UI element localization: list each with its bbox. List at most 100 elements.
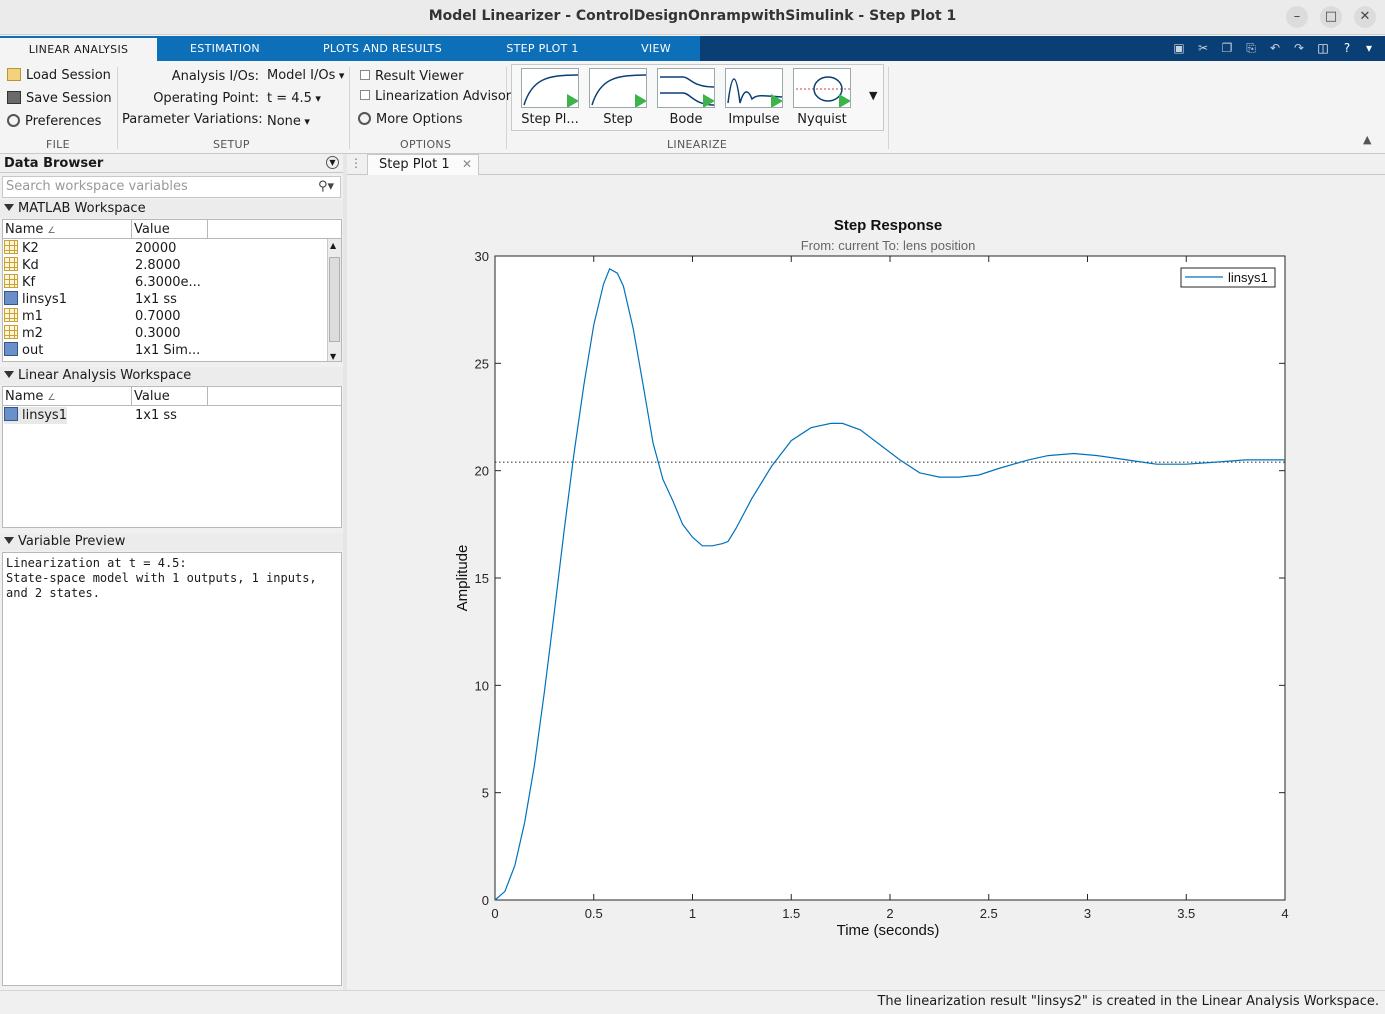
minimize-icon[interactable]: –	[1286, 6, 1308, 28]
collapse-icon	[4, 537, 14, 544]
save-session-button[interactable]: Save Session	[7, 91, 112, 106]
variable-value: 0.7000	[135, 309, 181, 324]
linearization-advisor-checkbox[interactable]: Linearization Advisor	[360, 89, 511, 104]
document-tab-strip: ⋮ Step Plot 1 ✕	[347, 154, 1385, 175]
analysis-ios-label: Analysis I/Os:	[171, 69, 259, 84]
variable-value: 20000	[135, 241, 177, 256]
column-header-value[interactable]: Value	[132, 387, 208, 406]
load-session-button[interactable]: Load Session	[7, 68, 111, 83]
result-viewer-checkbox[interactable]: Result Viewer	[360, 69, 464, 84]
column-header-name[interactable]: Name ∠	[3, 220, 132, 239]
variable-value: 1x1 Sim...	[135, 343, 201, 358]
gear-icon	[7, 114, 20, 127]
close-icon[interactable]: ✕	[1354, 6, 1376, 28]
x-tick-label: 0	[491, 906, 498, 921]
variable-value: 6.3000e...	[135, 275, 201, 290]
table-row[interactable]: m2 0.3000	[3, 325, 341, 342]
scroll-up-icon[interactable]: ▲	[330, 241, 336, 250]
x-tick-label: 1.5	[782, 906, 800, 921]
close-tab-icon[interactable]: ✕	[462, 155, 472, 174]
more-options-button[interactable]: More Options	[358, 112, 463, 127]
operating-point-label: Operating Point:	[153, 91, 259, 106]
window-layout-icon[interactable]: ◫	[1316, 41, 1330, 55]
table-row[interactable]: linsys1 1x1 ss	[3, 407, 341, 424]
y-tick-label: 10	[475, 678, 489, 693]
analysis-ios-dropdown[interactable]: Model I/Os	[267, 68, 344, 83]
gallery-step-plot-button[interactable]: Step Pl...	[519, 68, 581, 127]
copy-icon[interactable]: ❐	[1220, 41, 1234, 55]
maximize-icon[interactable]: □	[1320, 6, 1342, 28]
table-row[interactable]: m1 0.7000	[3, 308, 341, 325]
table-row[interactable]: Kf 6.3000e...	[3, 274, 341, 291]
tab-linear-analysis[interactable]: LINEAR ANALYSIS	[0, 36, 157, 61]
variable-value: 0.3000	[135, 326, 181, 341]
y-tick-label: 30	[475, 249, 489, 264]
axes-box	[494, 255, 1286, 901]
gallery-expand-icon[interactable]: ▼	[869, 89, 877, 102]
section-label-linearize: LINEARIZE	[667, 138, 728, 151]
matrix-icon	[4, 274, 18, 288]
paste-icon[interactable]: ⎘	[1244, 41, 1258, 55]
dropdown-icon[interactable]: ▾	[1362, 41, 1376, 55]
tab-menu-icon[interactable]: ⋮	[350, 156, 362, 170]
parameter-variations-dropdown[interactable]: None	[267, 114, 310, 129]
column-header-value[interactable]: Value	[132, 220, 208, 239]
table-row[interactable]: K2 20000	[3, 240, 341, 257]
tab-plots-and-results[interactable]: PLOTS AND RESULTS	[310, 36, 455, 61]
variable-preview-header[interactable]: Variable Preview	[0, 533, 343, 551]
panel-menu-icon[interactable]: ▼	[326, 156, 339, 169]
table-row[interactable]: out 1x1 Sim...	[3, 342, 341, 359]
scrollbar-thumb[interactable]	[329, 257, 340, 342]
help-icon[interactable]: ?	[1340, 41, 1354, 55]
table-row[interactable]: Kd 2.8000	[3, 257, 341, 274]
window-title: Model Linearizer - ControlDesignOnrampwi…	[428, 8, 957, 24]
column-header-name[interactable]: Name ∠	[3, 387, 132, 406]
tab-view[interactable]: VIEW	[625, 36, 687, 61]
x-tick-label: 3	[1084, 906, 1091, 921]
search-input[interactable]: Search workspace variables ⚲▾	[2, 176, 341, 198]
gallery-bode-button[interactable]: Bode	[655, 68, 717, 127]
impulse-icon	[725, 68, 783, 108]
collapse-ribbon-icon[interactable]: ▲	[1363, 133, 1371, 146]
matlab-workspace-header[interactable]: MATLAB Workspace	[0, 200, 343, 218]
search-icon[interactable]: ⚲▾	[318, 177, 334, 197]
variable-value: 2.8000	[135, 258, 181, 273]
nyquist-icon	[793, 68, 851, 108]
chart-legend[interactable]: linsys1	[1180, 267, 1276, 288]
y-tick-label: 15	[475, 571, 489, 586]
undo-icon[interactable]: ↶	[1268, 41, 1282, 55]
collapse-icon	[4, 371, 14, 378]
tab-estimation[interactable]: ESTIMATION	[170, 36, 280, 61]
collapse-icon	[4, 204, 14, 211]
step-response-chart[interactable]: Step Response From: current To: lens pos…	[347, 176, 1385, 990]
x-axis-label: Time (seconds)	[837, 922, 940, 939]
chart-subtitle: From: current To: lens position	[801, 238, 976, 253]
operating-point-dropdown[interactable]: t = 4.5	[267, 91, 321, 106]
redo-icon[interactable]: ↷	[1292, 41, 1306, 55]
cut-icon[interactable]: ✂	[1196, 41, 1210, 55]
gallery-nyquist-button[interactable]: Nyquist	[791, 68, 853, 127]
data-browser-panel: Data Browser ▼ Search workspace variable…	[0, 154, 343, 990]
doc-tab-step-plot-1[interactable]: Step Plot 1 ✕	[367, 154, 479, 175]
linear-analysis-workspace-header[interactable]: Linear Analysis Workspace	[0, 367, 343, 385]
step-icon	[589, 68, 647, 108]
preferences-button[interactable]: Preferences	[7, 114, 101, 129]
variable-name: m1	[22, 309, 43, 324]
matlab-workspace-table: Name ∠ Value K2 20000 Kd 2.8000 Kf 6.3000e...…	[2, 219, 342, 362]
variable-name: linsys1	[22, 408, 67, 423]
variable-name: m2	[22, 326, 43, 341]
gallery-impulse-button[interactable]: Impulse	[723, 68, 785, 127]
variable-name: out	[22, 343, 44, 358]
variable-name: Kf	[22, 275, 36, 290]
title-bar: Model Linearizer - ControlDesignOnrampwi…	[0, 0, 1385, 35]
chart-title: Step Response	[834, 217, 942, 234]
table-row[interactable]: linsys1 1x1 ss	[3, 291, 341, 308]
scroll-down-icon[interactable]: ▼	[330, 352, 336, 361]
save-icon[interactable]: ▣	[1172, 41, 1186, 55]
tab-step-plot-1[interactable]: STEP PLOT 1	[490, 36, 595, 61]
variable-name: linsys1	[22, 292, 67, 307]
sort-icon: ∠	[47, 226, 56, 236]
ribbon-tab-strip: LINEAR ANALYSIS ESTIMATION PLOTS AND RES…	[0, 36, 1385, 61]
gallery-step-button[interactable]: Step	[587, 68, 649, 127]
vertical-scrollbar[interactable]: ▲ ▼	[327, 239, 341, 361]
